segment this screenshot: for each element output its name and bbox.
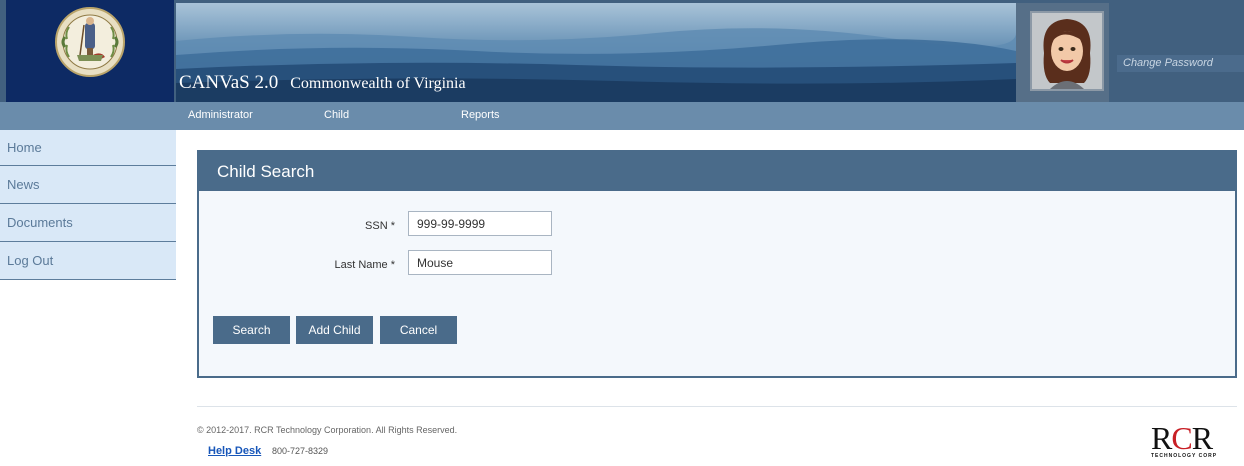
sidebar-item-documents[interactable]: Documents [0,204,176,242]
app-subtitle: Commonwealth of Virginia [290,75,466,92]
avatar-area [1016,3,1109,102]
rcr-logo-letters: RCR [1151,420,1213,456]
avatar[interactable] [1030,11,1104,91]
nav-child[interactable]: Child [324,109,349,121]
nav-administrator[interactable]: Administrator [188,109,253,121]
ssn-input[interactable] [408,211,552,236]
top-nav: Administrator Child Reports [0,102,1244,130]
child-search-panel: Child Search SSN * Last Name * Search Ad… [197,150,1237,378]
nav-reports[interactable]: Reports [461,109,500,121]
sidebar-item-logout[interactable]: Log Out [0,242,176,280]
app-name: CANVaS 2.0 [179,72,279,93]
sidebar: Home News Documents Log Out [0,130,176,280]
help-desk-phone: 800-727-8329 [272,446,329,456]
footer-divider [197,406,1237,407]
sidebar-item-news[interactable]: News [0,166,176,204]
ssn-label: SSN * [365,220,395,232]
cancel-button[interactable]: Cancel [380,316,457,344]
user-avatar-icon [1043,19,1091,89]
help-desk-link[interactable]: Help Desk [208,445,261,457]
copyright-text: © 2012-2017. RCR Technology Corporation.… [197,425,458,435]
last-name-input[interactable] [408,250,552,275]
last-name-label: Last Name * [334,259,395,271]
header: CANVaS 2.0 Commonwealth of Virginia Chan… [0,0,1244,102]
search-button[interactable]: Search [213,316,290,344]
rcr-logo-tagline: TECHNOLOGY CORP [1151,453,1218,459]
sidebar-item-home[interactable]: Home [0,130,176,166]
app-title: CANVaS 2.0 Commonwealth of Virginia [179,72,466,94]
seal-area [6,0,174,102]
rcr-logo: RCR TECHNOLOGY CORP [1151,420,1239,463]
panel-title: Child Search [199,152,1235,191]
virginia-seal-icon [55,7,125,77]
add-child-button[interactable]: Add Child [296,316,373,344]
change-password-link[interactable]: Change Password [1117,55,1244,72]
